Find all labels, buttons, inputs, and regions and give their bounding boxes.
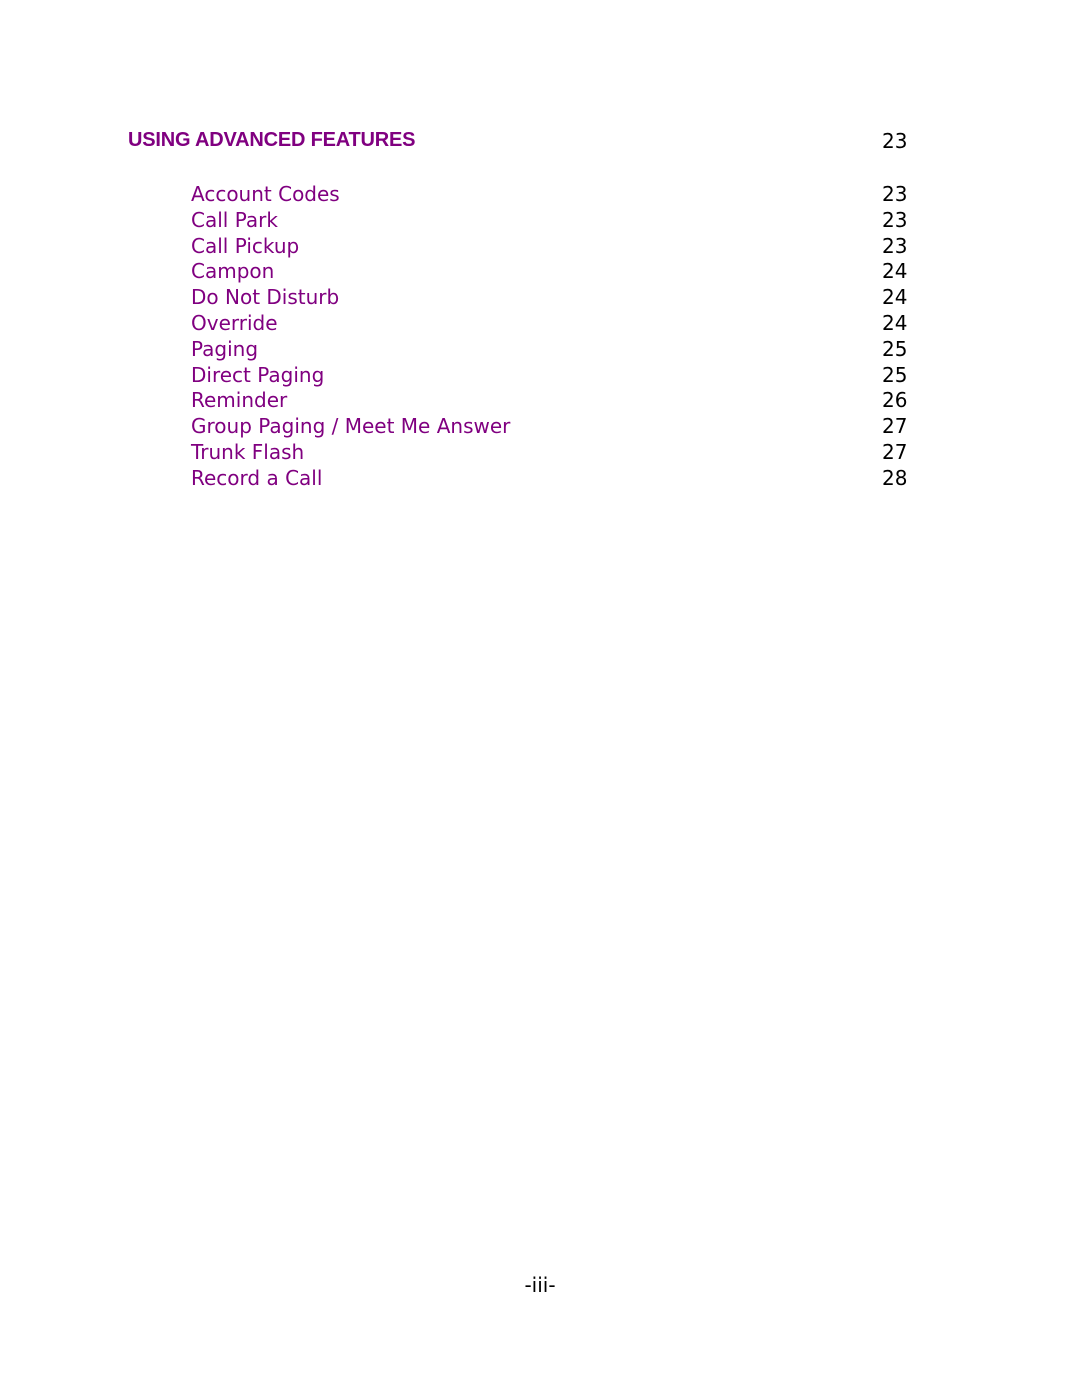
toc-entry-link[interactable]: Do Not Disturb xyxy=(191,284,339,310)
toc-entry-page: 24 xyxy=(882,285,908,310)
toc-entry-page: 28 xyxy=(882,465,908,490)
toc-entry-list: Account Codes 23 Call Park 23 Call Picku… xyxy=(0,181,1080,491)
toc-entry: Do Not Disturb 24 xyxy=(0,284,1080,310)
toc-entry-page: 25 xyxy=(882,336,908,361)
toc-entry-link[interactable]: Call Pickup xyxy=(191,233,299,259)
toc-entry: Reminder 26 xyxy=(0,387,1080,413)
toc-entry: Direct Paging 25 xyxy=(0,362,1080,388)
toc-entry-link[interactable]: Campon xyxy=(191,258,274,284)
toc-entry-page: 23 xyxy=(882,233,908,258)
toc-entry-link[interactable]: Record a Call xyxy=(191,465,322,491)
toc-entry-page: 24 xyxy=(882,259,908,284)
toc-entry: Paging 25 xyxy=(0,336,1080,362)
toc-entry-page: 26 xyxy=(882,388,908,413)
toc-entry-link[interactable]: Trunk Flash xyxy=(191,439,304,465)
toc-entry-page: 24 xyxy=(882,310,908,335)
toc-entry-link[interactable]: Direct Paging xyxy=(191,362,324,388)
toc-entry: Call Pickup 23 xyxy=(0,233,1080,259)
toc-entry-page: 27 xyxy=(882,439,908,464)
toc-entry-link[interactable]: Override xyxy=(191,310,278,336)
section-heading-link[interactable]: USING ADVANCED FEATURES xyxy=(128,127,415,153)
section-page-number: 23 xyxy=(882,129,908,153)
toc-entry-link[interactable]: Call Park xyxy=(191,207,278,233)
toc-entry: Call Park 23 xyxy=(0,207,1080,233)
toc-entry-page: 23 xyxy=(882,207,908,232)
toc-entry: Campon 24 xyxy=(0,258,1080,284)
toc-entry: Trunk Flash 27 xyxy=(0,439,1080,465)
page-number-footer: -iii- xyxy=(524,1273,556,1297)
toc-entry: Override 24 xyxy=(0,310,1080,336)
toc-entry-link[interactable]: Paging xyxy=(191,336,258,362)
toc-entry: Group Paging / Meet Me Answer 27 xyxy=(0,413,1080,439)
toc-entry: Account Codes 23 xyxy=(0,181,1080,207)
toc-entry-page: 25 xyxy=(882,362,908,387)
toc-entry-page: 27 xyxy=(882,414,908,439)
toc-entry-link[interactable]: Group Paging / Meet Me Answer xyxy=(191,413,510,439)
toc-entry-page: 23 xyxy=(882,182,908,206)
toc-entry: Record a Call 28 xyxy=(0,465,1080,491)
toc-entry-link[interactable]: Account Codes xyxy=(191,181,340,207)
toc-entry-link[interactable]: Reminder xyxy=(191,387,287,413)
